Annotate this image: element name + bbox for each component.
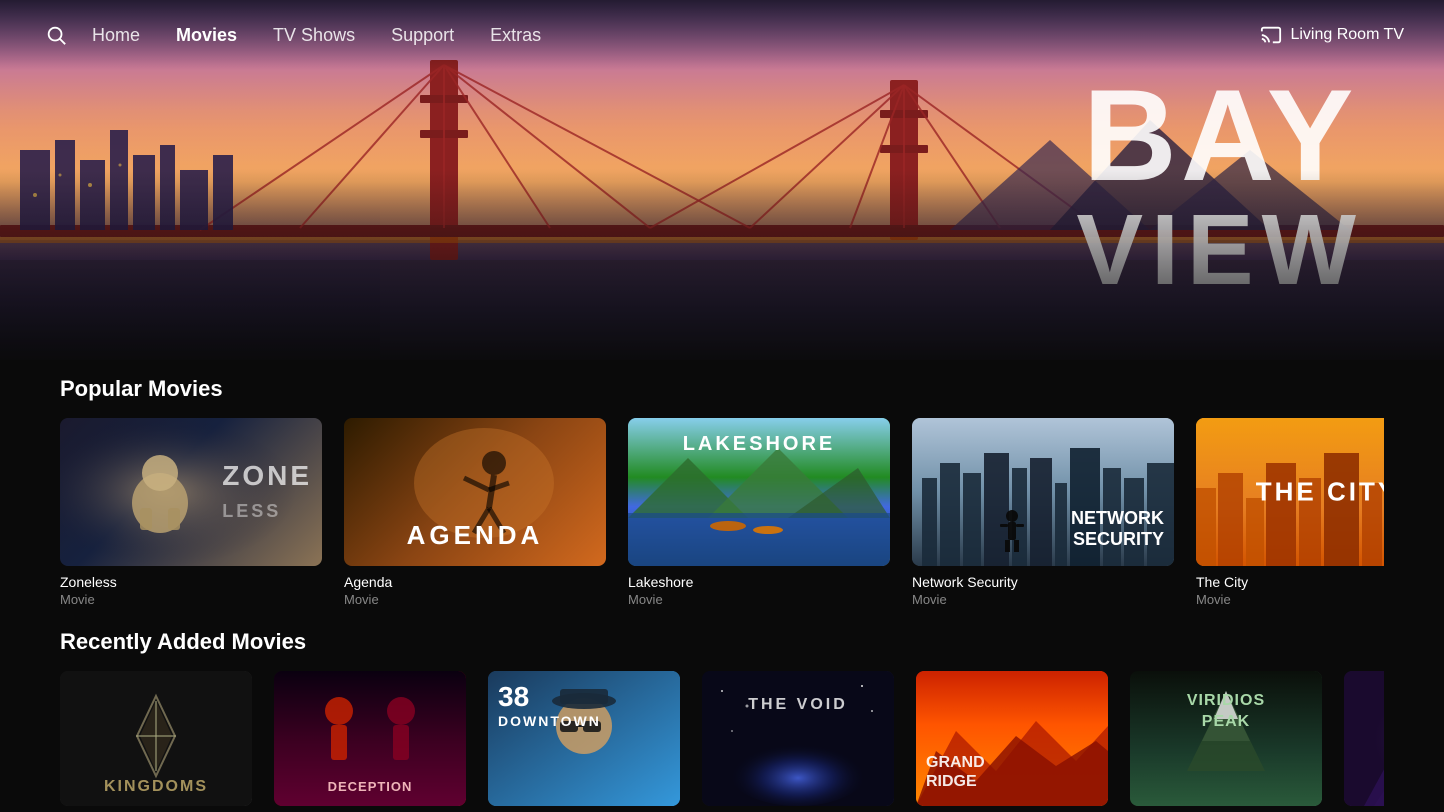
- origins-label: ORIGINS: [1344, 778, 1384, 796]
- poster-the-city: THE CITY: [1196, 418, 1384, 566]
- cast-label: Living Room TV: [1290, 26, 1404, 44]
- deception-label: DECEPTION: [274, 778, 466, 796]
- movie-info-agenda: Agenda Movie: [344, 574, 606, 607]
- poster-void: THE VOID: [702, 671, 894, 806]
- movie-name-zoneless: Zoneless: [60, 574, 322, 590]
- poster-network-security: NETWORK SECURITY: [912, 418, 1174, 566]
- nav-support[interactable]: Support: [391, 25, 454, 46]
- movie-name-lakeshore: Lakeshore: [628, 574, 890, 590]
- nav-links: Home Movies TV Shows Support Extras: [92, 25, 1260, 46]
- zone-label: ZONELESS: [222, 460, 312, 524]
- hero-overlay: [0, 170, 1444, 370]
- nav-home[interactable]: Home: [92, 25, 140, 46]
- cast-icon: [1260, 24, 1282, 46]
- movie-name-agenda: Agenda: [344, 574, 606, 590]
- movie-card-viridios[interactable]: VIRIDIOSPEAK Viridios Peak Movie: [1130, 671, 1322, 812]
- content-area: Popular Movies: [0, 360, 1444, 812]
- popular-movies-row: ZONELESS Zoneless Movie: [60, 418, 1384, 607]
- movie-card-grand-ridge[interactable]: GRANDRIDGE Grand Ridge Movie: [916, 671, 1108, 812]
- movie-card-zoneless[interactable]: ZONELESS Zoneless Movie: [60, 418, 322, 607]
- popular-movies-title: Popular Movies: [60, 376, 1384, 402]
- recently-added-section: Recently Added Movies KINGDOMS: [0, 629, 1444, 812]
- movie-card-deception[interactable]: DECEPTION Deception Movie: [274, 671, 466, 812]
- poster-viridios: VIRIDIOSPEAK: [1130, 671, 1322, 806]
- movie-card-the-city[interactable]: THE CITY The City Movie: [1196, 418, 1384, 607]
- movie-type-ns: Movie: [912, 592, 1174, 607]
- movie-card-network-security[interactable]: NETWORK SECURITY Network Security Movie: [912, 418, 1174, 607]
- ns-label: NETWORK SECURITY: [1071, 508, 1164, 551]
- nav-extras[interactable]: Extras: [490, 25, 541, 46]
- nav-movies[interactable]: Movies: [176, 25, 237, 46]
- movie-card-downtown[interactable]: 38 DOWNTOWN Downtown Movie: [488, 671, 680, 812]
- navigation: Home Movies TV Shows Support Extras Livi…: [0, 0, 1444, 70]
- poster-origins: ORIGINS: [1344, 671, 1384, 806]
- movie-type-zoneless: Movie: [60, 592, 322, 607]
- movie-info-ns: Network Security Movie: [912, 574, 1174, 607]
- movie-card-void[interactable]: THE VOID The Void Movie: [702, 671, 894, 812]
- movie-card-agenda[interactable]: AGENDA Agenda Movie: [344, 418, 606, 607]
- movie-info-zoneless: Zoneless Movie: [60, 574, 322, 607]
- movie-card-lakeshore[interactable]: LAKESHORE Lakeshore Movie: [628, 418, 890, 607]
- poster-zoneless: ZONELESS: [60, 418, 322, 566]
- poster-kingdoms: KINGDOMS: [60, 671, 252, 806]
- movie-info-city: The City Movie: [1196, 574, 1384, 607]
- lakeshore-label: LAKESHORE: [628, 433, 890, 456]
- search-button[interactable]: [40, 19, 72, 51]
- movie-type-lakeshore: Movie: [628, 592, 890, 607]
- poster-lakeshore: LAKESHORE: [628, 418, 890, 566]
- movie-card-origins[interactable]: ORIGINS Origins Movie: [1344, 671, 1384, 812]
- poster-downtown: 38 DOWNTOWN: [488, 671, 680, 806]
- popular-movies-section: Popular Movies: [0, 376, 1444, 607]
- downtown-label: 38 DOWNTOWN: [498, 681, 601, 729]
- movie-type-city: Movie: [1196, 592, 1384, 607]
- movie-card-kingdoms[interactable]: KINGDOMS Kingdoms Movie: [60, 671, 252, 812]
- search-icon: [45, 24, 67, 46]
- movie-info-lakeshore: Lakeshore Movie: [628, 574, 890, 607]
- grand-label: GRANDRIDGE: [926, 753, 985, 791]
- cast-button[interactable]: Living Room TV: [1260, 24, 1404, 46]
- poster-agenda: AGENDA: [344, 418, 606, 566]
- movie-type-agenda: Movie: [344, 592, 606, 607]
- viridios-label: VIRIDIOSPEAK: [1130, 691, 1322, 733]
- void-art: [702, 671, 894, 806]
- movie-name-city: The City: [1196, 574, 1384, 590]
- city-label: THE CITY: [1196, 477, 1384, 508]
- nav-tv-shows[interactable]: TV Shows: [273, 25, 355, 46]
- void-label: THE VOID: [702, 696, 894, 714]
- recently-added-title: Recently Added Movies: [60, 629, 1384, 655]
- movie-name-ns: Network Security: [912, 574, 1174, 590]
- poster-grand-ridge: GRANDRIDGE: [916, 671, 1108, 806]
- recently-added-row: KINGDOMS Kingdoms Movie: [60, 671, 1384, 812]
- kingdoms-label: KINGDOMS: [60, 778, 252, 796]
- agenda-label: AGENDA: [344, 520, 606, 551]
- poster-deception: DECEPTION: [274, 671, 466, 806]
